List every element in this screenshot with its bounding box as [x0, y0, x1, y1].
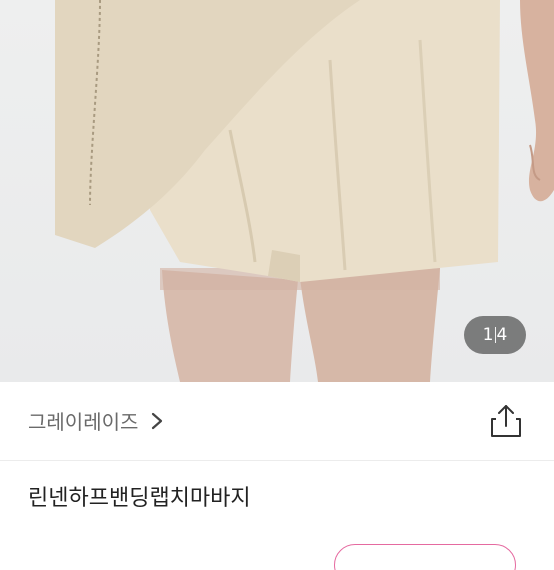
product-title: 린넨하프밴딩랩치마바지 [28, 486, 251, 511]
price-row [28, 540, 554, 570]
image-counter-current: 1 [482, 325, 494, 345]
coupon-button[interactable] [334, 544, 516, 570]
shop-row: 그레이레이즈 [0, 382, 554, 461]
share-icon[interactable] [488, 402, 524, 440]
coupon-price-label [28, 544, 33, 564]
shop-name: 그레이레이즈 [28, 410, 139, 434]
product-image[interactable]: 1 4 [0, 0, 554, 382]
counter-separator [494, 327, 496, 343]
image-counter-total: 4 [496, 325, 508, 345]
chevron-right-icon [152, 412, 163, 429]
shop-link[interactable]: 그레이레이즈 [28, 406, 164, 435]
image-counter: 1 4 [464, 316, 526, 354]
